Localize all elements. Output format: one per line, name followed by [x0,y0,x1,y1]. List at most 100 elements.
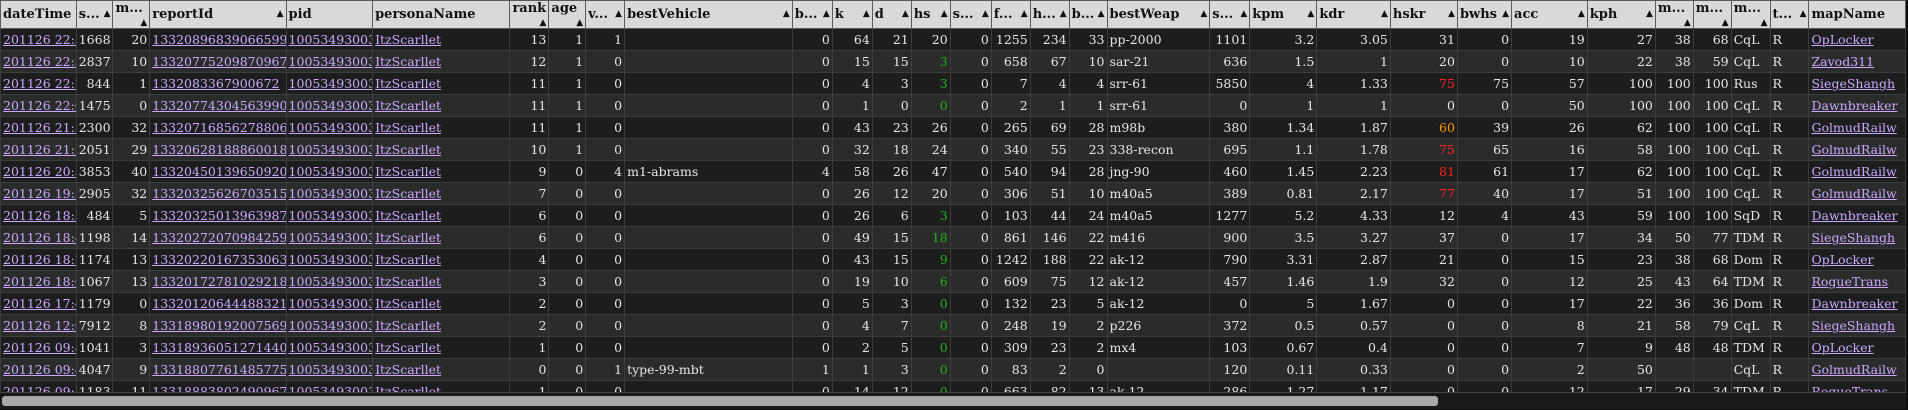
table-row[interactable]: 201126 22:071475013320774304563990401005… [0,94,1906,117]
column-header[interactable]: k ▲ [831,0,873,29]
cell-link[interactable]: 1332083367900672 [152,76,279,91]
cell-link[interactable]: 201126 22:07 [3,98,75,113]
column-header[interactable]: bestWeap ▲ [1106,0,1211,29]
cell-link[interactable]: 1005349300356 [289,296,372,311]
table-row[interactable]: 201126 20:383853401332045013965092032100… [0,160,1906,183]
sort-arrow-icon[interactable]: ▲ [1646,9,1653,19]
sort-arrow-icon[interactable]: ▲ [1800,9,1807,19]
cell-link[interactable]: 201126 18:01 [3,274,75,289]
cell-link[interactable]: 1005349300356 [289,76,372,91]
cell-link[interactable]: 1005349300356 [289,186,372,201]
sort-arrow-icon[interactable]: ▲ [823,9,830,19]
cell-link[interactable]: SiegeShangh [1811,230,1895,245]
cell-link[interactable]: 1332089683906659968 [152,32,285,47]
cell-link[interactable]: 1332012064448832128 [152,296,285,311]
cell-link[interactable]: 1332077430456399040 [152,98,285,113]
sort-arrow-icon[interactable]: ▲ [140,18,147,28]
cell-link[interactable]: ItzScarllet [375,208,441,223]
table-row[interactable]: 201126 18:221174131332022016735306368 100… [0,248,1906,271]
cell-link[interactable]: Dawnbreaker [1811,208,1897,223]
cell-link[interactable]: SiegeShangh [1811,76,1895,91]
cell-link[interactable]: 1332022016735306368 [152,252,285,267]
column-header[interactable]: personaName [372,0,511,29]
sort-arrow-icon[interactable]: ▲ [539,18,546,28]
column-header[interactable]: b... ▲ [1068,0,1108,29]
cell-link[interactable]: 1005349300356 [289,120,372,135]
column-header[interactable]: age ▲ [548,0,587,29]
cell-link[interactable]: OpLocker [1811,340,1873,355]
column-header[interactable]: bestVehicle ▲ [624,0,793,29]
sort-arrow-icon[interactable]: ▲ [1307,9,1314,19]
sort-arrow-icon[interactable]: ▲ [982,9,989,19]
column-header[interactable]: m... ▲ [1692,0,1732,29]
cell-link[interactable]: 1332027207098425984 [152,230,285,245]
cell-link[interactable]: ItzScarllet [375,274,441,289]
table-row[interactable]: 201126 18:5248451332032501396398720 10053… [0,204,1906,227]
column-header[interactable]: v... ▲ [585,0,626,29]
cell-link[interactable]: 1005349300356 [289,274,372,289]
sort-arrow-icon[interactable]: ▲ [1684,18,1691,28]
scrollbar-thumb[interactable] [2,396,1438,406]
column-header[interactable]: kph ▲ [1586,0,1656,29]
column-header[interactable]: d ▲ [871,0,912,29]
cell-link[interactable]: ItzScarllet [375,98,441,113]
column-header[interactable]: acc ▲ [1511,0,1588,29]
cell-link[interactable]: 201126 18:52 [3,208,75,223]
sort-arrow-icon[interactable]: ▲ [1448,9,1455,19]
cell-link[interactable]: ItzScarllet [375,142,441,157]
cell-link[interactable]: SiegeShangh [1811,318,1895,333]
column-header[interactable]: rank ▲ [509,0,550,29]
column-header[interactable]: f... ▲ [990,0,1031,29]
sort-arrow-icon[interactable]: ▲ [576,18,583,28]
sort-arrow-icon[interactable]: ▲ [783,9,790,19]
cell-link[interactable]: Zavod311 [1811,54,1874,69]
cell-link[interactable]: ItzScarllet [375,54,441,69]
column-header[interactable]: hskr ▲ [1389,0,1458,29]
sort-arrow-icon[interactable]: ▲ [863,9,870,19]
cell-link[interactable]: ItzScarllet [375,362,441,377]
cell-link[interactable]: ItzScarllet [375,164,441,179]
column-header[interactable]: b... ▲ [791,0,833,29]
column-header[interactable]: s... ▲ [1209,0,1251,29]
cell-link[interactable]: 201126 18:43 [3,230,75,245]
sort-arrow-icon[interactable]: ▲ [1722,18,1729,28]
column-header[interactable]: t... ▲ [1769,0,1810,29]
column-header[interactable]: hs ▲ [910,0,951,29]
column-header[interactable]: mapName [1808,0,1906,29]
cell-link[interactable]: ItzScarllet [375,296,441,311]
table-row[interactable]: 201126 21:192051291332062818886001856100… [0,138,1906,161]
column-header[interactable]: reportId ▲ [149,0,287,29]
cell-link[interactable]: 1005349300356 [289,98,372,113]
sort-arrow-icon[interactable]: ▲ [1200,9,1207,19]
cell-link[interactable]: 201126 22:20 [3,76,75,91]
horizontal-scrollbar[interactable] [0,392,1906,409]
cell-link[interactable]: 201126 19:33 [3,186,75,201]
table-row[interactable]: 201126 12:017912813318980192007569921005… [0,314,1906,337]
cell-link[interactable]: 1332032562670351552 [152,186,285,201]
table-row[interactable]: 201126 17:421179013320120644488321281005… [0,292,1906,315]
sort-arrow-icon[interactable]: ▲ [277,9,284,19]
column-header[interactable]: pid [285,0,374,29]
sort-arrow-icon[interactable]: ▲ [902,9,909,19]
cell-link[interactable]: 1005349300356 [289,164,372,179]
column-header[interactable]: m... ▲ [112,0,151,29]
cell-link[interactable]: 1005349300356 [289,318,372,333]
cell-link[interactable]: 201126 21:58 [3,120,75,135]
cell-link[interactable]: ItzScarllet [375,32,441,47]
cell-link[interactable]: 201126 21:19 [3,142,75,157]
cell-link[interactable]: GolmudRailw [1811,186,1896,201]
cell-link[interactable]: ItzScarllet [375,340,441,355]
cell-link[interactable]: 1332062818886001856 [152,142,285,157]
cell-link[interactable]: OpLocker [1811,32,1873,47]
table-row[interactable]: 201126 22:302837101332077520987096704100… [0,50,1906,73]
column-header[interactable]: kpm ▲ [1249,0,1318,29]
cell-link[interactable]: ItzScarllet [375,76,441,91]
cell-link[interactable]: 201126 18:22 [3,252,75,267]
cell-link[interactable]: GolmudRailw [1811,142,1896,157]
cell-link[interactable]: 201126 22:30 [3,54,75,69]
cell-link[interactable]: ItzScarllet [375,318,441,333]
column-header[interactable]: m... ▲ [1730,0,1771,29]
cell-link[interactable]: 201126 09:49 [3,362,75,377]
sort-arrow-icon[interactable]: ▲ [1761,18,1768,28]
cell-link[interactable]: 201126 22:59 [3,32,75,47]
